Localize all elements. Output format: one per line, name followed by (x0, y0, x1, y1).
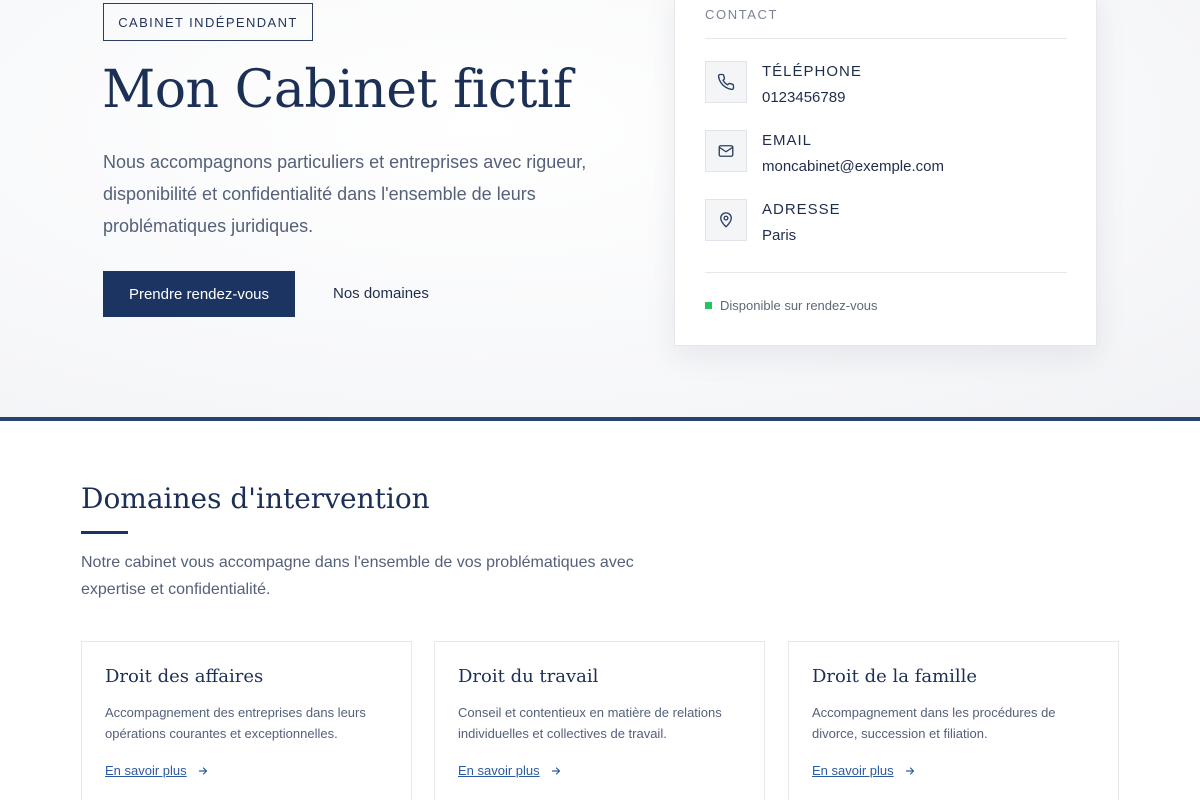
status-text: Disponible sur rendez-vous (720, 298, 878, 313)
availability-status: Disponible sur rendez-vous (705, 298, 878, 313)
contact-item-address: ADRESSE Paris (705, 199, 1067, 244)
contact-item-phone[interactable]: TÉLÉPHONE 0123456789 (705, 61, 1067, 106)
learn-more-label: En savoir plus (458, 763, 540, 778)
contact-value-address: Paris (762, 227, 797, 244)
domains-title-underline (81, 531, 128, 534)
learn-more-link[interactable]: En savoir plus (812, 763, 916, 778)
learn-more-label: En savoir plus (105, 763, 187, 778)
contact-divider-top (705, 38, 1067, 39)
arrow-right-icon (904, 765, 916, 777)
domain-card-business-law: Droit des affaires Accompagnement des en… (81, 641, 412, 800)
domain-card-title: Droit de la famille (812, 666, 978, 687)
arrow-right-icon (550, 765, 562, 777)
contact-label-email: EMAIL (762, 132, 813, 149)
contact-label-address: ADRESSE (762, 201, 841, 218)
contact-label-phone: TÉLÉPHONE (762, 63, 862, 80)
arrow-right-icon (197, 765, 209, 777)
our-domains-link[interactable]: Nos domaines (333, 285, 429, 302)
section-divider (0, 417, 1200, 421)
contact-item-email[interactable]: EMAIL moncabinet@exemple.com (705, 130, 1067, 175)
domain-card-title: Droit du travail (458, 666, 599, 687)
domain-card-description: Accompagnement dans les procédures de di… (812, 705, 1056, 741)
phone-icon (705, 61, 747, 103)
book-appointment-button[interactable]: Prendre rendez-vous (103, 271, 295, 317)
domain-card-family-law: Droit de la famille Accompagnement dans … (788, 641, 1119, 800)
independent-badge: CABINET INDÉPENDANT (103, 3, 313, 41)
domain-card-labor-law: Droit du travail Conseil et contentieux … (434, 641, 765, 800)
learn-more-label: En savoir plus (812, 763, 894, 778)
contact-value-phone[interactable]: 0123456789 (762, 89, 845, 106)
status-indicator (705, 302, 712, 309)
domain-card-description: Conseil et contentieux en matière de rel… (458, 705, 722, 741)
learn-more-link[interactable]: En savoir plus (458, 763, 562, 778)
domains-description: Notre cabinet vous accompagne dans l'ens… (81, 554, 634, 598)
domain-card-title: Droit des affaires (105, 666, 264, 687)
mail-icon (705, 130, 747, 172)
learn-more-link[interactable]: En savoir plus (105, 763, 209, 778)
contact-divider-bottom (705, 272, 1067, 273)
domain-card-description: Accompagnement des entreprises dans leur… (105, 705, 366, 741)
domains-title: Domaines d'intervention (81, 482, 430, 515)
contact-value-email[interactable]: moncabinet@exemple.com (762, 158, 944, 175)
hero-description: Nous accompagnons particuliers et entrep… (103, 152, 587, 236)
location-pin-icon (705, 199, 747, 241)
contact-card: CONTACT TÉLÉPHONE 0123456789 EMAIL monca… (674, 0, 1097, 346)
contact-heading: CONTACT (705, 7, 779, 22)
page-title: Mon Cabinet fictif (102, 60, 572, 120)
